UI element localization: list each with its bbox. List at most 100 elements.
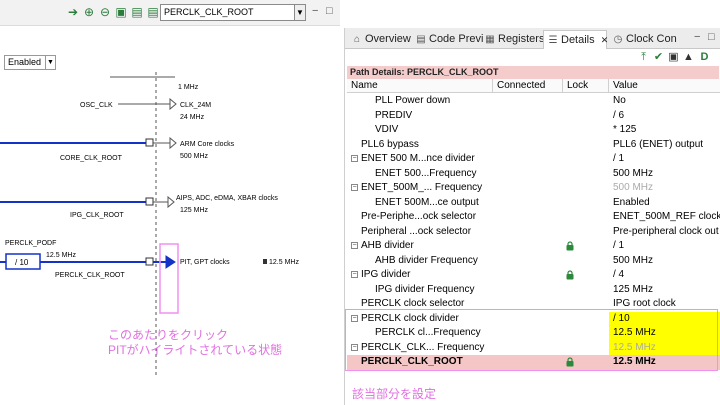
path-details-header: Path Details: PERCLK_CLK_ROOT [347, 66, 719, 79]
tab-details[interactable]: ☰ Details ✕ [543, 30, 609, 49]
view-tabs: ⌂ Overview ▤ Code Previ ▦ Registers ☰ Detail… [345, 28, 720, 49]
tab-registers[interactable]: ▦ Registers [481, 30, 545, 49]
pit-freq-label: 12.5 MHz [269, 259, 299, 266]
row-name: ENET_500M_... Frequency [361, 182, 483, 193]
row-name: ENET 500M...ce output [375, 196, 479, 208]
table-row[interactable]: Pre-Periphe...ock selector ENET_500M_REF … [347, 210, 720, 225]
row-value: ENET_500M_REF clock c [613, 211, 720, 222]
arm-gate-icon[interactable] [145, 138, 154, 147]
table-row[interactable]: − ENET 500 M...nce divider / 1 [347, 152, 720, 167]
column-header-lock[interactable]: Lock [563, 79, 609, 93]
table-row[interactable]: PREDIV / 6 [347, 109, 720, 124]
diagram-toolbar: ➔ ⊕ ⊖ ▣ ▤ ▤ PERCLK_CLK_ROOT ▼ − □ [0, 0, 340, 26]
column-header-connected[interactable]: Connected [493, 79, 563, 93]
table-row[interactable]: − IPG divider / 4 [347, 268, 720, 283]
row-name: ENET 500 M...nce divider [361, 153, 475, 164]
minimize-icon[interactable]: − [312, 5, 318, 17]
home-icon: ⌂ [353, 34, 361, 45]
lock-icon [263, 259, 267, 264]
d-icon[interactable]: D [698, 51, 711, 64]
collapse-icon[interactable]: − [351, 271, 358, 278]
row-value: No [613, 95, 626, 106]
clock-select-value: PERCLK_CLK_ROOT [164, 7, 254, 17]
annotation-set-section: 該当部分を設定 [352, 387, 437, 401]
lock-icon[interactable] [565, 270, 575, 280]
go-to-top-icon[interactable]: ⤒ [637, 51, 650, 64]
row-value: 500 MHz [613, 254, 654, 266]
table-row[interactable]: − AHB divider / 1 [347, 239, 720, 254]
close-icon[interactable]: ✕ [601, 35, 609, 45]
clock-root-select[interactable]: PERCLK_CLK_ROOT ▼ [160, 4, 306, 21]
tab-overview[interactable]: ⌂ Overview [348, 30, 418, 49]
collapse-icon[interactable]: − [351, 242, 358, 249]
details-toolbar: ⤒ ✔ ▣ ▲ D [345, 50, 720, 66]
registers-icon: ▦ [485, 34, 495, 45]
zoom-in-icon[interactable]: ⊕ [82, 5, 96, 19]
row-value: * 125 [613, 124, 637, 135]
chevron-down-icon[interactable]: ▼ [294, 5, 305, 20]
osc-clk-label: OSC_CLK [80, 102, 113, 109]
row-name: AHB divider Frequency [375, 254, 478, 266]
arm-freq-label: 500 MHz [180, 153, 209, 160]
row-value: / 4 [613, 269, 625, 280]
maximize-icon[interactable]: □ [708, 31, 715, 43]
row-name: PLL6 bypass [361, 138, 419, 150]
aips-clocks-label: AIPS, ADC, eDMA, XBAR clocks [176, 195, 278, 202]
column-header-value[interactable]: Value [609, 79, 720, 93]
row-name: Pre-Periphe...ock selector [361, 211, 477, 222]
table-row[interactable]: Peripheral ...ock selector Pre-peripheral… [347, 225, 720, 240]
print-icon[interactable]: ▤ [146, 5, 160, 19]
row-name: Peripheral ...ock selector [361, 225, 472, 237]
table-row[interactable]: ENET 500M...ce output Enabled [347, 196, 720, 211]
pit-gate-icon[interactable] [145, 257, 154, 266]
ipg-clk-root-label: IPG_CLK_ROOT [70, 212, 124, 219]
tab-clock-consumers[interactable]: ◷ Clock Con [609, 30, 679, 49]
table-row[interactable]: − ENET_500M_... Frequency 500 MHz [347, 181, 720, 196]
annotation-click-here: このあたりをクリック [108, 328, 229, 342]
table-row[interactable]: PLL Power down No [347, 94, 720, 109]
row-value: / 1 [613, 240, 625, 251]
aips-gate-icon[interactable] [145, 197, 154, 206]
table-row[interactable]: ENET 500...Frequency 500 MHz [347, 167, 720, 182]
zoom-out-icon[interactable]: ⊖ [98, 5, 112, 19]
collapse-icon[interactable]: − [351, 184, 358, 191]
details-icon: ☰ [548, 35, 558, 46]
lock-icon[interactable]: ▣ [667, 51, 680, 64]
arrow-right-icon[interactable]: ➔ [66, 5, 80, 19]
row-value: / 1 [613, 153, 625, 164]
table-row[interactable]: IPG divider Frequency 125 MHz [347, 283, 720, 298]
column-header-name[interactable]: Name [347, 79, 493, 93]
clk24-freq-label: 24 MHz [180, 114, 205, 121]
row-value: 500 MHz [613, 182, 654, 193]
tab-code-preview[interactable]: ▤ Code Previ [412, 30, 483, 49]
row-value: 500 MHz [613, 167, 654, 179]
perclk-freq-label: 12.5 MHz [46, 252, 76, 259]
row-name: PLL Power down [375, 95, 451, 106]
collapse-icon[interactable]: − [351, 155, 358, 162]
lock-icon[interactable] [565, 241, 575, 251]
table-row[interactable]: VDIV * 125 [347, 123, 720, 138]
row-name: PREDIV [375, 109, 413, 121]
row-name: IPG divider Frequency [375, 283, 475, 295]
check-icon[interactable]: ✔ [652, 51, 665, 64]
osc-buffer-icon[interactable] [169, 97, 177, 111]
code-icon: ▤ [416, 34, 426, 45]
aips-buffer-icon[interactable] [167, 195, 175, 209]
table-row[interactable]: PLL6 bypass PLL6 (ENET) output [347, 138, 720, 153]
arm-buffer-icon[interactable] [169, 136, 177, 150]
maximize-icon[interactable]: □ [326, 5, 333, 17]
perclk-divider-value: / 10 [15, 258, 29, 267]
clk24-label: CLK_24M [180, 102, 211, 109]
export-icon[interactable]: ▤ [130, 5, 144, 19]
row-name: VDIV [375, 124, 399, 135]
pit-buffer-icon[interactable] [165, 255, 176, 269]
fit-view-icon[interactable]: ▣ [114, 5, 128, 19]
table-row[interactable]: AHB divider Frequency 500 MHz [347, 254, 720, 269]
clock-icon: ◷ [613, 34, 623, 45]
settings-highlight-box [345, 309, 718, 371]
warning-icon[interactable]: ▲ [682, 51, 695, 64]
minimize-icon[interactable]: − [694, 31, 700, 43]
arm-clocks-label: ARM Core clocks [180, 141, 235, 148]
row-value: Enabled [613, 196, 650, 208]
row-name: AHB divider [361, 240, 414, 251]
